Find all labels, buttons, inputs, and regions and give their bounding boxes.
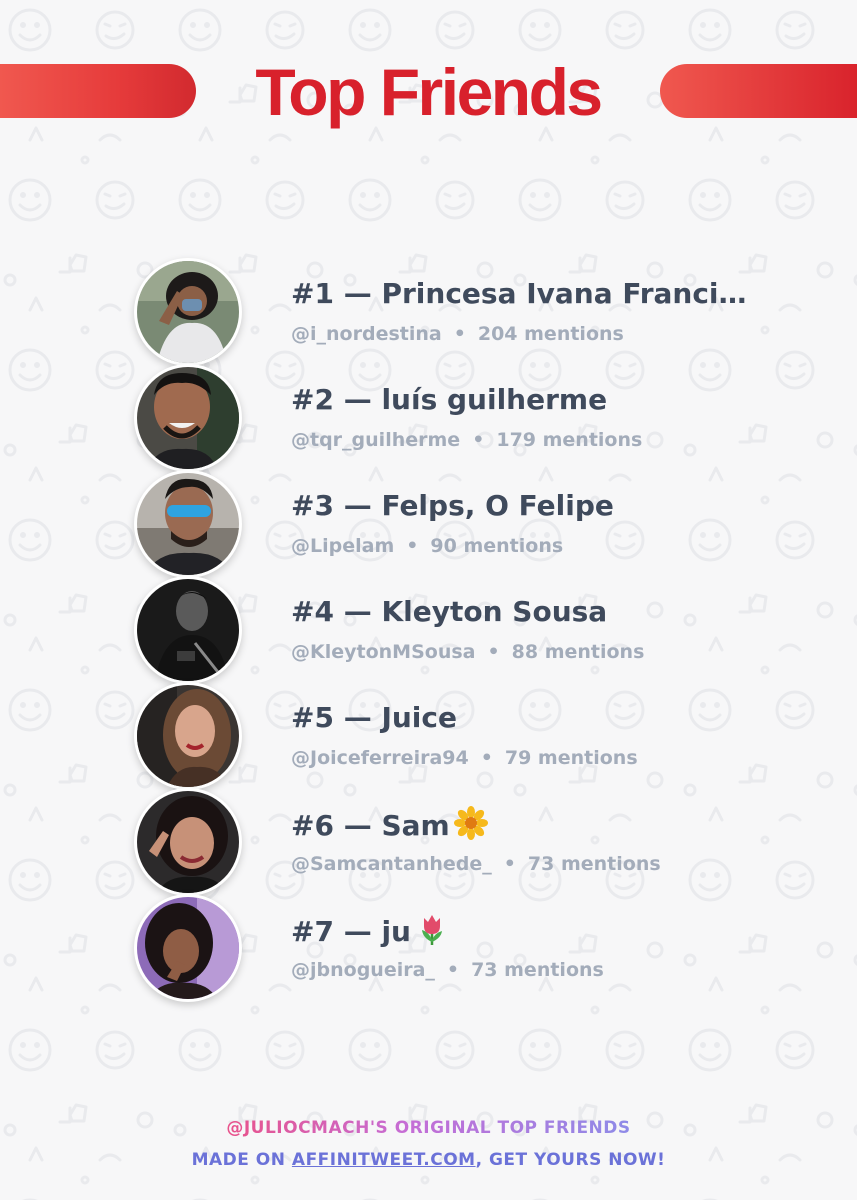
avatar-photo-4 [137,579,239,681]
friend-handle[interactable]: @i_nordestina [291,323,442,345]
sunflower-icon [453,806,488,840]
avatar [134,470,242,578]
friend-row: #1 — Princesa Ivana Franci… @i_nordestin… [0,258,857,366]
avatar-photo-5 [137,685,239,787]
friend-name: #4 — Kleyton Sousa [291,595,608,628]
avatar-photo-7 [137,897,239,999]
avatar [134,576,242,684]
friend-row: #7 — ju @jbnogueira_ • 73 mentions [0,894,857,1002]
friend-meta: @Samcantanhede_ • 73 mentions [291,853,661,875]
avatar [134,788,242,896]
friend-handle[interactable]: @Lipelam [291,535,394,557]
friend-name: #2 — luís guilherme [291,383,608,416]
avatar-photo-2 [137,367,239,469]
friend-row: #3 — Felps, O Felipe @Lipelam • 90 mention… [0,470,857,578]
friend-meta: @Lipelam • 90 mentions [291,535,564,557]
friend-name: #6 — Sam [291,806,751,844]
friend-meta: @jbnogueira_ • 73 mentions [291,959,604,981]
footer-credit: @JULIOCMACH'S ORIGINAL TOP FRIENDS [226,1112,630,1144]
friend-row: #4 — Kleyton Sousa @KleytonMSousa • 88 men… [0,576,857,684]
decorative-bar-left [0,64,196,118]
affinitweet-link[interactable]: AFFINITWEET.COM [292,1150,476,1170]
mention-count: 88 mentions [511,641,645,663]
avatar [134,258,242,366]
avatar-photo-1 [137,261,239,363]
friend-meta: @tqr_guilherme • 179 mentions [291,429,643,451]
friend-name: #1 — Princesa Ivana Franci… [291,277,747,310]
friend-handle[interactable]: @Joiceferreira94 [291,747,469,769]
friend-name: #7 — ju [291,912,751,950]
avatar [134,682,242,790]
friend-name: #5 — Juice [291,701,457,734]
header: Top Friends [0,0,857,160]
mention-count: 73 mentions [527,853,661,875]
friend-handle[interactable]: @Samcantanhede_ [291,853,492,875]
footer-cta: MADE ON AFFINITWEET.COM, GET YOURS NOW! [191,1150,666,1170]
mention-count: 73 mentions [471,959,604,981]
page-title: Top Friends [255,55,603,129]
friend-handle[interactable]: @jbnogueira_ [291,959,435,981]
avatar-photo-3 [137,473,239,575]
friend-meta: @KleytonMSousa • 88 mentions [291,641,645,663]
friend-meta: @Joiceferreira94 • 79 mentions [291,747,638,769]
mention-count: 179 mentions [496,429,643,451]
friend-handle[interactable]: @tqr_guilherme [291,429,460,451]
friend-meta: @i_nordestina • 204 mentions [291,323,624,345]
avatar [134,894,242,1002]
friend-handle[interactable]: @KleytonMSousa [291,641,475,663]
avatar-photo-6 [137,791,239,893]
mention-count: 79 mentions [504,747,638,769]
mention-count: 90 mentions [430,535,564,557]
mention-count: 204 mentions [477,323,624,345]
friend-row: #2 — luís guilherme @tqr_guilherme • 179 m… [0,364,857,472]
avatar [134,364,242,472]
friend-name: #3 — Felps, O Felipe [291,489,614,522]
footer: @JULIOCMACH'S ORIGINAL TOP FRIENDS MADE … [0,1112,857,1176]
tulip-icon [421,915,442,945]
friend-row: #6 — Sam @Samcantanhede_ • 73 mentions [0,788,857,896]
decorative-bar-right [660,64,857,118]
friend-row: #5 — Juice @Joiceferreira94 • 79 mentions [0,682,857,790]
